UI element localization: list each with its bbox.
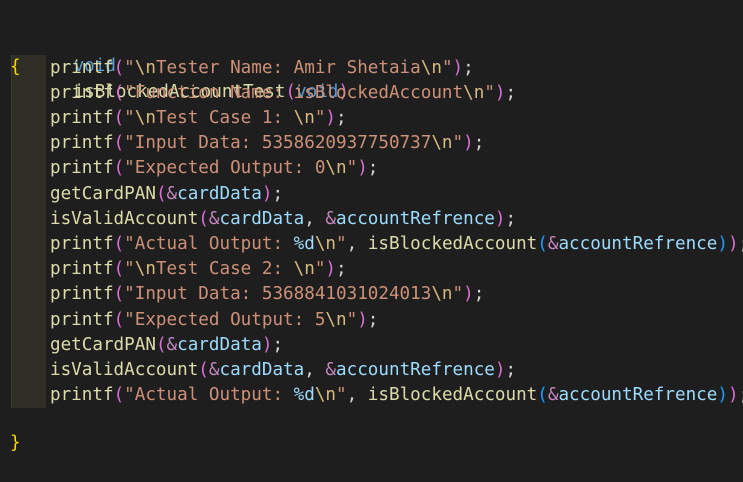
string-literal: Test Case 1: <box>155 107 294 128</box>
variable: cardData <box>219 359 305 380</box>
function-call: getCardPAN <box>50 334 156 355</box>
string-literal: " <box>314 259 326 280</box>
string-literal: " <box>452 284 464 305</box>
string-literal: \n <box>134 57 156 78</box>
escape-sequence: \n <box>314 233 337 254</box>
string-literal: " <box>336 385 347 406</box>
function-call: printf <box>50 233 114 254</box>
string-literal: "Expected Output: 5 <box>124 309 326 330</box>
variable: cardData <box>177 183 262 204</box>
string-literal: " <box>124 107 135 128</box>
function-call: printf <box>50 57 114 78</box>
string-literal: \n <box>325 309 347 330</box>
string-literal: "Input Data: 5368841031024013 <box>124 284 432 305</box>
code-line-open-brace: { <box>0 30 42 77</box>
string-literal: " <box>314 107 326 128</box>
string-literal: \n <box>431 133 453 154</box>
variable: accountRefrence <box>558 385 718 406</box>
open-brace: { <box>10 56 21 77</box>
variable: accountRefrence <box>336 208 495 229</box>
function-call: printf <box>50 385 114 406</box>
function-call: printf <box>50 309 114 330</box>
string-literal: \n <box>293 107 315 128</box>
function-call: printf <box>50 158 114 179</box>
string-literal: \n <box>325 158 347 179</box>
variable: cardData <box>177 334 262 355</box>
string-literal: \n <box>431 284 453 305</box>
string-literal: " <box>124 259 135 280</box>
variable: accountRefrence <box>558 233 718 254</box>
string-literal: "Actual Output: <box>124 233 294 254</box>
string-literal: " <box>346 158 358 179</box>
escape-sequence: \n <box>314 385 337 406</box>
string-literal: " <box>452 133 464 154</box>
string-literal: \n <box>134 107 156 128</box>
function-call: isValidAccount <box>50 359 199 380</box>
function-call: printf <box>50 82 114 103</box>
code-line-signature: void isBlockedAccountTest(void) <box>73 56 349 102</box>
format-specifier: %d <box>293 385 315 406</box>
function-call: getCardPAN <box>50 183 156 204</box>
function-call: isBlockedAccount <box>367 233 538 254</box>
string-literal: "Expected Output: 0 <box>124 158 326 179</box>
function-call: isBlockedAccount <box>367 385 538 406</box>
code-line-close-brace: } <box>0 406 42 453</box>
string-literal: Tester Name: Amir Shetaia <box>155 57 421 78</box>
string-literal: " <box>484 82 495 103</box>
string-literal: \n <box>293 259 315 280</box>
code-editor[interactable]: void isBlockedAccountTest(void) { printf… <box>0 0 743 453</box>
variable: cardData <box>219 208 305 229</box>
string-literal: " <box>336 233 347 254</box>
string-literal: \n <box>134 259 156 280</box>
string-literal: Test Case 2: <box>155 259 294 280</box>
string-literal: " <box>441 57 453 78</box>
function-call: printf <box>50 259 114 280</box>
function-call: printf <box>50 133 114 154</box>
string-literal: \n <box>420 57 442 78</box>
function-call: printf <box>50 284 114 305</box>
string-literal: " <box>346 309 358 330</box>
variable: accountRefrence <box>336 359 495 380</box>
function-call: isValidAccount <box>50 208 199 229</box>
string-literal: "Input Data: 5358620937750737 <box>124 133 432 154</box>
function-call: printf <box>50 107 114 128</box>
string-literal: "Actual Output: <box>124 385 294 406</box>
string-literal: "Function Name: isBlockedAccount <box>124 82 464 103</box>
string-literal: " <box>124 57 135 78</box>
string-literal: \n <box>463 82 485 103</box>
close-brace: } <box>10 433 21 454</box>
format-specifier: %d <box>293 233 315 254</box>
